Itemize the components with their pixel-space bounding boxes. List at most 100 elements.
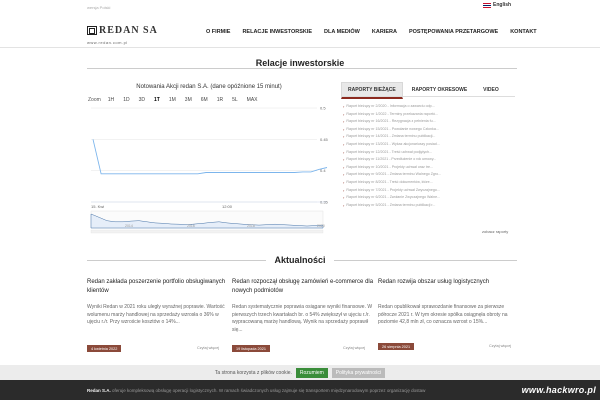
report-title: Raport bieżący nr 13/2021 - Wykaz akcjon… bbox=[346, 141, 440, 146]
zoom-5l-button[interactable]: 5L bbox=[230, 97, 240, 103]
news-read-more-link[interactable]: Czytaj więcej bbox=[343, 346, 365, 350]
cookie-accept-button[interactable]: Rozumiem bbox=[295, 367, 328, 378]
footer: Redan S.A. oferuje kompleksową obsługę o… bbox=[0, 380, 600, 400]
cookie-notice-text: Ta strona korzysta z plików cookie. bbox=[214, 369, 292, 376]
report-list-item[interactable]: › Raport bieżący nr 5/2021 - Zmiana termi… bbox=[343, 202, 518, 210]
y-tick-label: 0.5 bbox=[320, 106, 326, 111]
report-list-item[interactable]: › Raport bieżący nr 10/2021 - Projekty uc… bbox=[343, 164, 518, 172]
x-tick-label: 15. Kwi bbox=[91, 204, 104, 209]
nav-item-about[interactable]: O FIRMIE bbox=[206, 29, 230, 35]
y-tick-label: 0.45 bbox=[320, 137, 329, 142]
zoom-1m-button[interactable]: 1M bbox=[167, 97, 178, 103]
bullet-chevron-icon: › bbox=[343, 172, 345, 178]
report-list-item[interactable]: › Raport bieżący nr 11/2021 - Przedłużeni… bbox=[343, 156, 518, 164]
logo[interactable]: REDAN SA www.redan.com.pl bbox=[87, 22, 158, 45]
report-title: Raport bieżący nr 6/2021 - Zwołanie Zwyc… bbox=[346, 195, 441, 200]
section-divider bbox=[87, 68, 517, 69]
zoom-6m-button[interactable]: 6M bbox=[199, 97, 210, 103]
zoom-1d-button[interactable]: 1D bbox=[121, 97, 131, 103]
tabs-divider bbox=[341, 96, 515, 97]
navigator-year-label: 2020 bbox=[317, 224, 325, 228]
nav-item-investor-relations[interactable]: RELACJE INWESTORSKIE bbox=[242, 29, 312, 35]
report-title: Raport bieżący nr 10/2021 - Projekty uch… bbox=[346, 164, 434, 169]
navigator-year-label: 2018 bbox=[247, 224, 255, 228]
report-list-item[interactable]: › Raport bieżący nr 16/2021 - Rezygnacja … bbox=[343, 118, 518, 126]
news-item: Redan rozpoczął obsługę zamówień e-comme… bbox=[232, 278, 377, 334]
report-list-item[interactable]: › Raport bieżący nr 15/2021 - Powołanie n… bbox=[343, 126, 518, 134]
news-date-badge: 26 sierpnia 2021 bbox=[378, 343, 415, 350]
news-excerpt: Wyniki Redan w 2021 roku uległy wyraźnej… bbox=[87, 304, 225, 326]
news-item: Redan rozwija obszar usług logistycznych… bbox=[378, 278, 523, 327]
language-label: English bbox=[493, 2, 512, 8]
stock-price-chart[interactable]: 0.50.450.40.3515. Kwi 12:002014 2016 2018 20… bbox=[87, 106, 332, 234]
zoom-1h-button[interactable]: 1H bbox=[106, 97, 116, 103]
investor-section-title: Relacje inwestorskie bbox=[0, 58, 600, 68]
report-title: Raport bieżący nr 8/2021 - Treść dokumen… bbox=[346, 179, 433, 184]
bullet-chevron-icon: › bbox=[343, 149, 345, 155]
nav-item-media[interactable]: DLA MEDIÓW bbox=[324, 29, 360, 35]
report-title: Raport bieżący nr 5/2021 - Zmiana termin… bbox=[346, 202, 436, 207]
nav-item-career[interactable]: KARIERA bbox=[372, 29, 397, 35]
investor-section-title-text: Relacje inwestorskie bbox=[247, 58, 353, 68]
report-list-item[interactable]: › Raport bieżący nr 14/2021 - Zmiana term… bbox=[343, 133, 518, 141]
bullet-chevron-icon: › bbox=[343, 119, 345, 125]
cookie-bar: Ta strona korzysta z plików cookie. Rozu… bbox=[0, 365, 600, 380]
see-reports-link[interactable]: zobacz raporty bbox=[482, 229, 508, 234]
footer-description: oferuje kompleksową obsługę operacji log… bbox=[112, 388, 426, 393]
news-date-badge: 19 listopada 2021 bbox=[232, 345, 270, 352]
report-title: Raport bieżący nr 9/2021 - Zmiana termin… bbox=[346, 172, 442, 177]
report-title: Raport bieżący nr 15/2021 - Powołanie no… bbox=[346, 126, 439, 131]
language-version-link[interactable]: wersja Polski bbox=[87, 5, 110, 10]
report-title: Raport bieżący nr 12/2021 - Treść uchwał… bbox=[346, 149, 433, 154]
footer-company-name: Redan S.A. bbox=[87, 388, 111, 393]
zoom-1t-button[interactable]: 1T bbox=[152, 97, 162, 103]
news-read-more-link[interactable]: Czytaj więcej bbox=[197, 346, 219, 350]
report-list-item[interactable]: › Raport bieżący nr 13/2021 - Wykaz akcjo… bbox=[343, 141, 518, 149]
news-title[interactable]: Redan zakłada poszerzenie portfolio obsł… bbox=[87, 278, 232, 302]
bullet-chevron-icon: › bbox=[343, 164, 345, 170]
report-list-item[interactable]: › Raport bieżący nr 9/2021 - Zmiana termi… bbox=[343, 171, 518, 179]
bullet-chevron-icon: › bbox=[343, 157, 345, 163]
report-list-item[interactable]: › Raport bieżący nr 7/2021 - Projekty uch… bbox=[343, 187, 518, 195]
news-item: Redan zakłada poszerzenie portfolio obsł… bbox=[87, 278, 232, 327]
nav-item-contact[interactable]: KONTAKT bbox=[510, 29, 536, 35]
zoom-3d-button[interactable]: 3D bbox=[137, 97, 147, 103]
news-section-title-text: Aktualności bbox=[266, 255, 334, 265]
report-list-item[interactable]: › Raport bieżący nr 8/2021 - Treść dokume… bbox=[343, 179, 518, 187]
report-title: Raport bieżący nr 16/2021 - Rezygnacja z… bbox=[346, 119, 436, 124]
navigator-year-label: 2014 bbox=[125, 224, 133, 228]
news-title[interactable]: Redan rozpoczął obsługę zamówień e-comme… bbox=[232, 278, 377, 302]
zoom-3m-button[interactable]: 3M bbox=[183, 97, 194, 103]
news-excerpt: Redan systematycznie poprawia osiągane w… bbox=[232, 304, 373, 333]
logo-mark-icon bbox=[87, 26, 97, 36]
language-switch[interactable]: English bbox=[483, 2, 511, 8]
top-bar: wersja Polski English bbox=[0, 0, 600, 14]
news-title[interactable]: Redan rozwija obszar usług logistycznych bbox=[378, 278, 523, 302]
zoom-1r-button[interactable]: 1R bbox=[215, 97, 225, 103]
bullet-chevron-icon: › bbox=[343, 195, 345, 201]
navigator-year-label: 2016 bbox=[187, 224, 195, 228]
header-divider bbox=[0, 47, 600, 48]
bullet-chevron-icon: › bbox=[343, 111, 345, 117]
bullet-chevron-icon: › bbox=[343, 179, 345, 185]
zoom-max-button[interactable]: MAX bbox=[245, 97, 260, 103]
news-read-more-link[interactable]: Czytaj więcej bbox=[489, 344, 511, 348]
nav-item-tenders[interactable]: POSTĘPOWANIA PRZETARGOWE bbox=[409, 29, 498, 35]
logo-url: www.redan.com.pl bbox=[87, 40, 128, 45]
main-nav: O FIRMIE RELACJE INWESTORSKIE DLA MEDIÓW… bbox=[206, 29, 549, 35]
reports-list: › Raport bieżący nr 2/2020 - Informacja o… bbox=[343, 103, 518, 209]
report-list-item[interactable]: › Raport bieżący nr 6/2021 - Zwołanie Zwy… bbox=[343, 194, 518, 202]
report-list-item[interactable]: › Raport bieżący nr 1/2022 - Terminy prze… bbox=[343, 111, 518, 119]
news-date-badge: 4 kwietnia 2022 bbox=[87, 345, 122, 352]
bullet-chevron-icon: › bbox=[343, 104, 345, 109]
uk-flag-icon bbox=[483, 2, 491, 8]
report-list-item[interactable]: › Raport bieżący nr 12/2021 - Treść uchwa… bbox=[343, 149, 518, 157]
bullet-chevron-icon: › bbox=[343, 187, 345, 193]
report-title: Raport bieżący nr 2/2020 - Informacja o … bbox=[346, 104, 435, 108]
price-series-line bbox=[92, 139, 328, 175]
report-list-item[interactable]: › Raport bieżący nr 2/2020 - Informacja o… bbox=[343, 103, 518, 111]
bullet-chevron-icon: › bbox=[343, 126, 345, 132]
zoom-controls: Zoom 1H 1D 3D 1T 1M 3M 6M 1R 5L MAX bbox=[88, 97, 260, 103]
privacy-policy-button[interactable]: Polityka prywatności bbox=[331, 367, 386, 378]
logo-name: REDAN SA bbox=[99, 25, 158, 37]
